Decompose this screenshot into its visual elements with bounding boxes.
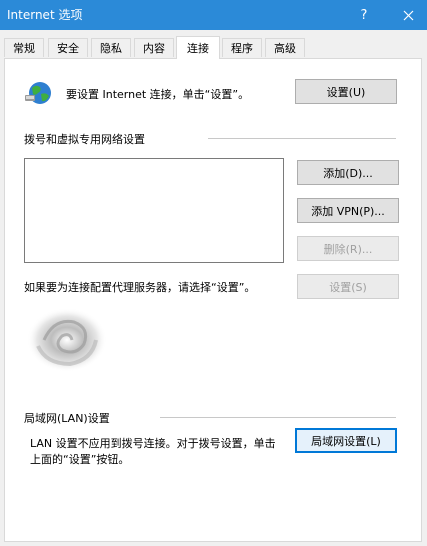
tab-programs[interactable]: 程序: [222, 38, 262, 57]
globe-icon: [25, 82, 51, 104]
tab-content[interactable]: 内容: [134, 38, 174, 57]
help-button[interactable]: ?: [346, 0, 382, 30]
title-bar: Internet 选项 ?: [0, 0, 427, 30]
dialup-divider: [208, 138, 396, 139]
close-button[interactable]: [390, 0, 426, 30]
window-title: Internet 选项: [7, 8, 83, 22]
connections-list[interactable]: [24, 158, 284, 263]
lan-description-line1: LAN 设置不应用到拨号连接。对于拨号设置，单击: [30, 437, 276, 450]
tab-general[interactable]: 常规: [4, 38, 44, 57]
lan-settings-button[interactable]: 局域网设置(L): [295, 428, 397, 453]
close-icon: [403, 10, 413, 20]
add-button[interactable]: 添加(D)...: [297, 160, 399, 185]
proxy-instruction: 如果要为连接配置代理服务器，请选择“设置”。: [24, 281, 256, 294]
lan-divider: [160, 417, 396, 418]
setup-button[interactable]: 设置(U): [295, 79, 397, 104]
delete-button[interactable]: 删除(R)...: [297, 236, 399, 261]
tab-security[interactable]: 安全: [48, 38, 88, 57]
tab-privacy[interactable]: 隐私: [91, 38, 131, 57]
dialup-heading: 拨号和虚拟专用网络设置: [24, 133, 145, 146]
add-vpn-button[interactable]: 添加 VPN(P)...: [297, 198, 399, 223]
lan-description-line2: 上面的“设置”按钮。: [30, 453, 130, 466]
setup-instruction: 要设置 Internet 连接，单击“设置”。: [66, 88, 250, 101]
lan-heading: 局域网(LAN)设置: [24, 412, 110, 425]
swirl-watermark-icon: [27, 308, 107, 372]
connection-settings-button[interactable]: 设置(S): [297, 274, 399, 299]
tab-connections[interactable]: 连接: [176, 36, 220, 59]
tab-advanced[interactable]: 高级: [265, 38, 305, 57]
